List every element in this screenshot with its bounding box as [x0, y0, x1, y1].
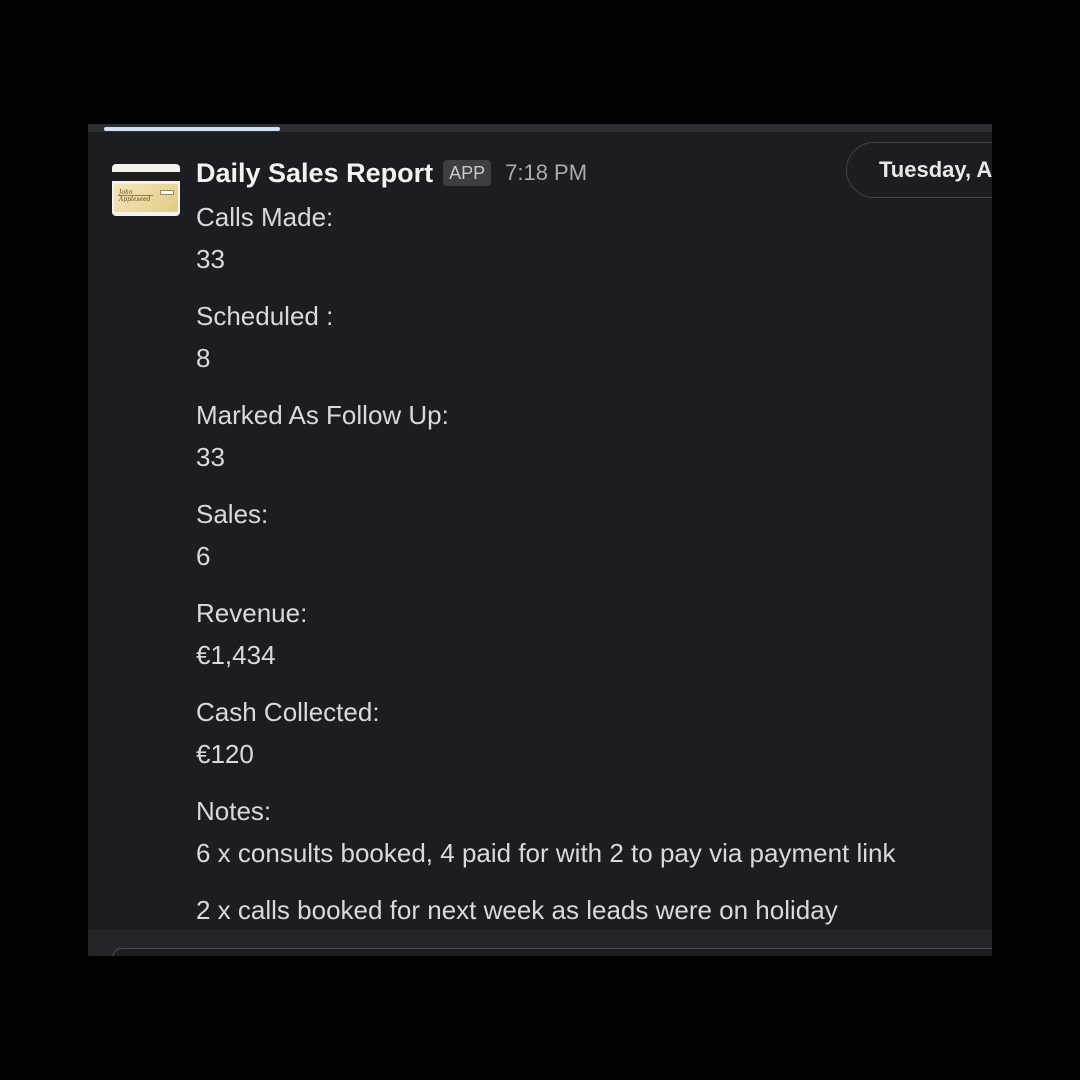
field-label: Revenue:	[196, 598, 308, 628]
field-sales: Sales: 6	[196, 493, 976, 577]
field-value: 6	[196, 541, 211, 571]
notes-line: 6 x consults booked, 4 paid for with 2 t…	[196, 838, 896, 868]
message-body: Calls Made: 33 Scheduled : 8 Marked As F…	[196, 196, 976, 931]
field-revenue: Revenue: €1,434	[196, 592, 976, 676]
message-header: Daily Sales Report APP 7:18 PM	[196, 152, 587, 194]
credit-card-icon[interactable]: John Appleseed	[112, 164, 180, 216]
field-label: Marked As Follow Up:	[196, 400, 449, 430]
app-badge: APP	[443, 160, 492, 186]
card-magnetic-strip	[112, 172, 180, 181]
field-label: Cash Collected:	[196, 697, 380, 727]
message: John Appleseed Daily Sales Report APP 7:…	[88, 132, 992, 929]
field-value: 33	[196, 442, 225, 472]
notes-label: Notes:	[196, 796, 272, 826]
date-divider-label: Tuesday, A	[879, 157, 992, 182]
notes-line: 2 x calls booked for next week as leads …	[196, 895, 838, 925]
card-security-box	[160, 190, 174, 195]
field-label: Scheduled :	[196, 301, 334, 331]
field-follow-up: Marked As Follow Up: 33	[196, 394, 976, 478]
field-value: €120	[196, 739, 254, 769]
top-edge	[88, 124, 992, 132]
field-value: 33	[196, 244, 225, 274]
sender-name[interactable]: Daily Sales Report	[196, 158, 433, 189]
message-timestamp[interactable]: 7:18 PM	[505, 160, 587, 186]
field-label: Calls Made:	[196, 202, 334, 232]
card-signature: John Appleseed	[119, 189, 153, 203]
notes-spacer	[196, 874, 976, 889]
field-notes: Notes: 6 x consults booked, 4 paid for w…	[196, 790, 976, 931]
field-label: Sales:	[196, 499, 269, 529]
field-value: 8	[196, 343, 211, 373]
field-scheduled: Scheduled : 8	[196, 295, 976, 379]
date-divider-button[interactable]: Tuesday, A	[846, 142, 992, 198]
field-value: €1,434	[196, 640, 276, 670]
slack-panel: John Appleseed Daily Sales Report APP 7:…	[88, 124, 992, 956]
field-calls-made: Calls Made: 33	[196, 196, 976, 280]
loading-bar	[104, 127, 280, 131]
field-cash-collected: Cash Collected: €120	[196, 691, 976, 775]
message-composer[interactable]	[112, 948, 992, 956]
